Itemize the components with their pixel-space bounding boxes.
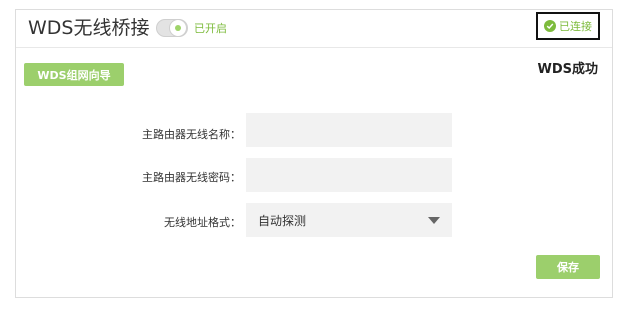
wds-panel: WDS无线桥接 已开启 已连接 WDS组网向导 WDS成功 主路由器无线名称： … (15, 9, 613, 298)
connection-status: 已连接 (536, 12, 600, 40)
panel-header: WDS无线桥接 已开启 已连接 (16, 10, 612, 48)
address-format-label: 无线地址格式： (164, 216, 241, 229)
page-title: WDS无线桥接 (28, 17, 150, 39)
address-format-select[interactable]: 自动探测 (246, 203, 452, 237)
ssid-label: 主路由器无线名称： (142, 128, 241, 141)
save-button[interactable]: 保存 (536, 255, 600, 279)
password-label: 主路由器无线密码： (142, 171, 241, 184)
address-format-value: 自动探测 (258, 213, 307, 228)
check-circle-icon (544, 20, 556, 32)
wds-status-text: WDS成功 (537, 62, 599, 77)
caret-down-icon (428, 216, 440, 224)
wds-toggle[interactable] (156, 19, 188, 37)
wds-wizard-button[interactable]: WDS组网向导 (24, 63, 124, 86)
toggle-knob (169, 19, 187, 37)
password-input[interactable] (246, 158, 452, 192)
ssid-input[interactable] (246, 113, 452, 147)
toggle-state-label: 已开启 (194, 22, 227, 35)
connection-status-label: 已连接 (559, 20, 592, 33)
